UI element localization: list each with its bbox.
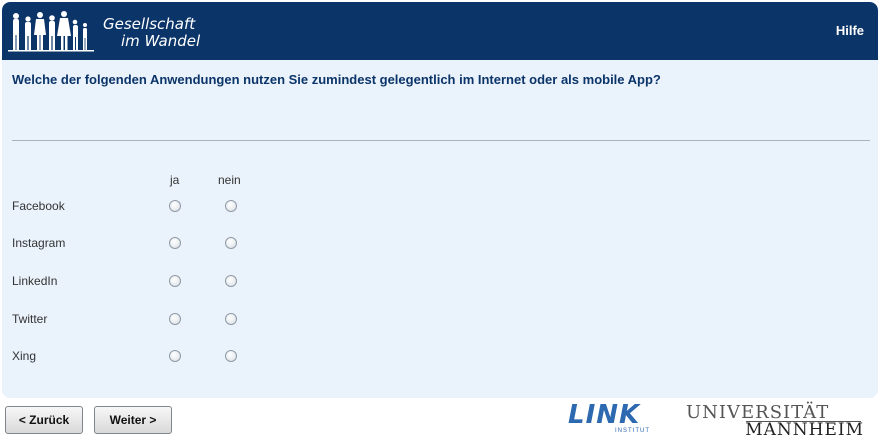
link-logo-word: LINK — [568, 400, 641, 430]
gesellschaft-im-wandel-logo: Gesellschaft im Wandel — [8, 6, 218, 56]
universitaet-mannheim-logo: UNIVERSITÄT MANNHEIM — [686, 402, 866, 440]
survey-panel: Gesellschaft im Wandel Hilfe Welche der … — [2, 2, 878, 398]
row-label-linkedin: LinkedIn — [12, 274, 58, 288]
radio-instagram-nein[interactable] — [225, 237, 237, 249]
radio-facebook-ja[interactable] — [169, 200, 181, 212]
next-button[interactable]: Weiter > — [94, 406, 172, 434]
header-bar: Gesellschaft im Wandel Hilfe — [2, 2, 878, 60]
radio-twitter-ja[interactable] — [169, 313, 181, 325]
row-label-instagram: Instagram — [12, 236, 66, 250]
radio-twitter-nein[interactable] — [225, 313, 237, 325]
row-label-xing: Xing — [12, 349, 37, 363]
logo-text: Gesellschaft im Wandel — [103, 16, 200, 50]
radio-linkedin-nein[interactable] — [225, 275, 237, 287]
link-logo-subtitle: INSTITUT — [615, 428, 650, 434]
uni-logo-line-2: MANNHEIM — [745, 420, 864, 440]
row-label-facebook: Facebook — [12, 199, 65, 213]
people-silhouette-icon — [8, 11, 94, 52]
logo-line-2: im Wandel — [121, 32, 201, 50]
column-header-nein: nein — [218, 173, 241, 187]
row-label-twitter: Twitter — [12, 312, 48, 326]
logo-line-1: Gesellschaft — [103, 15, 196, 33]
radio-instagram-ja[interactable] — [169, 237, 181, 249]
question-text: Welche der folgenden Anwendungen nutzen … — [12, 72, 661, 87]
back-button[interactable]: < Zurück — [5, 406, 83, 434]
help-link[interactable]: Hilfe — [836, 23, 864, 38]
divider — [12, 140, 870, 141]
column-header-ja: ja — [170, 173, 180, 187]
radio-facebook-nein[interactable] — [225, 200, 237, 212]
radio-xing-ja[interactable] — [169, 350, 181, 362]
link-institut-logo: LINK INSTITUT — [568, 402, 652, 436]
radio-xing-nein[interactable] — [225, 350, 237, 362]
radio-linkedin-ja[interactable] — [169, 275, 181, 287]
